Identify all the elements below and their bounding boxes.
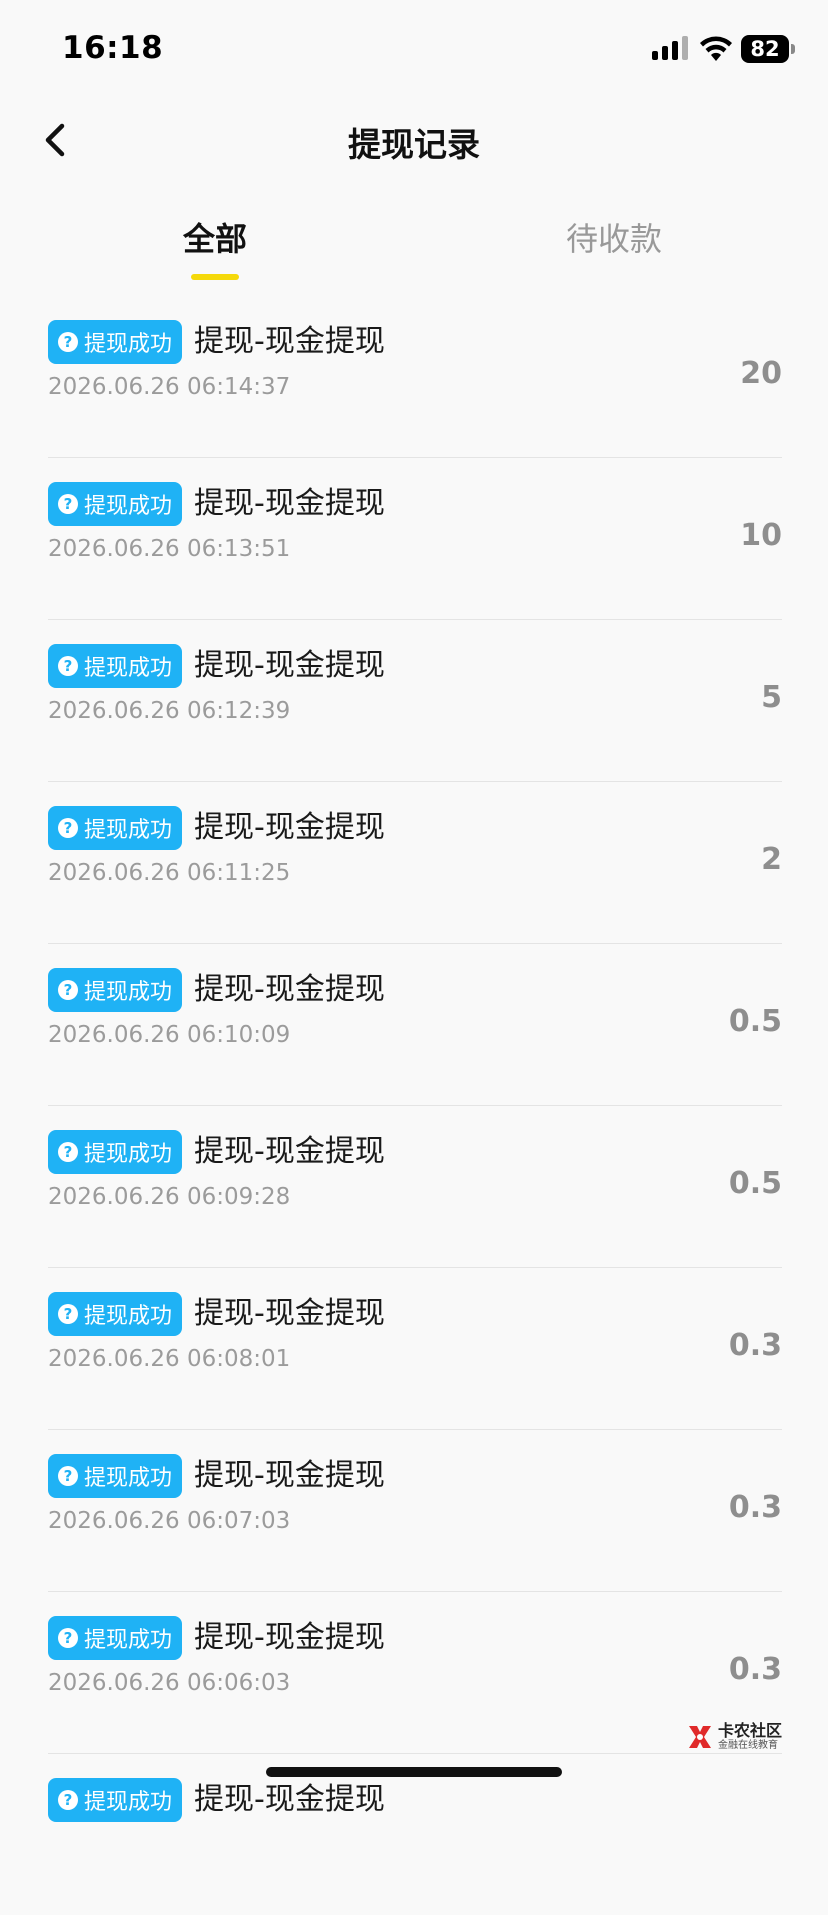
record-amount: 0.3 (728, 1490, 782, 1525)
active-tab-indicator (191, 274, 239, 280)
nav-bar: 提现记录 (0, 100, 828, 180)
list-item[interactable]: ? 提现成功 提现-现金提现 2026.06.26 06:09:28 0.5 (48, 1106, 782, 1268)
badge-label: 提现成功 (84, 1304, 173, 1329)
record-amount: 10 (740, 518, 782, 553)
badge-label: 提现成功 (84, 1790, 173, 1815)
record-amount: 2 (761, 842, 782, 877)
tab-pending[interactable]: 待收款 (514, 214, 714, 260)
question-circle-icon: ? (58, 1142, 78, 1162)
record-time: 2026.06.26 06:09:28 (48, 1184, 291, 1210)
tab-bar: 全部 待收款 (0, 210, 828, 280)
record-time: 2026.06.26 06:14:37 (48, 374, 291, 400)
status-badge[interactable]: ? 提现成功 (48, 806, 183, 850)
record-time: 2026.06.26 06:13:51 (48, 536, 291, 562)
list-item[interactable]: ? 提现成功 提现-现金提现 2026.06.26 06:10:09 0.5 (48, 944, 782, 1106)
record-amount: 5 (761, 680, 782, 715)
question-circle-icon: ? (58, 1628, 78, 1648)
record-amount: 0.3 (728, 1328, 782, 1363)
record-title: 提现-现金提现 (194, 1134, 385, 1169)
status-badge[interactable]: ? 提现成功 (48, 1778, 183, 1822)
home-indicator[interactable] (266, 1767, 562, 1777)
status-badge[interactable]: ? 提现成功 (48, 1292, 183, 1336)
badge-label: 提现成功 (84, 494, 173, 519)
list-item[interactable]: ? 提现成功 提现-现金提现 2026.06.26 06:11:25 2 (48, 782, 782, 944)
list-item[interactable]: ? 提现成功 提现-现金提现 2026.06.26 06:07:03 0.3 (48, 1430, 782, 1592)
page-title: 提现记录 (348, 125, 480, 164)
question-circle-icon: ? (58, 494, 78, 514)
question-circle-icon: ? (58, 332, 78, 352)
question-circle-icon: ? (58, 656, 78, 676)
cellular-signal-icon (652, 36, 688, 60)
record-time: 2026.06.26 06:12:39 (48, 698, 291, 724)
status-badge[interactable]: ? 提现成功 (48, 968, 183, 1012)
record-title: 提现-现金提现 (194, 810, 385, 845)
record-title: 提现-现金提现 (194, 324, 385, 359)
badge-label: 提现成功 (84, 1142, 173, 1167)
tab-all[interactable]: 全部 (115, 214, 315, 260)
question-circle-icon: ? (58, 1790, 78, 1810)
battery-tip (791, 44, 795, 54)
record-title: 提现-现金提现 (194, 1458, 385, 1493)
record-time: 2026.06.26 06:06:03 (48, 1670, 291, 1696)
status-badge[interactable]: ? 提现成功 (48, 1130, 183, 1174)
question-circle-icon: ? (58, 1304, 78, 1324)
list-item[interactable]: ? 提现成功 提现-现金提现 2026.06.26 06:14:37 20 (48, 296, 782, 458)
question-circle-icon: ? (58, 818, 78, 838)
list-item[interactable]: ? 提现成功 提现-现金提现 2026.06.26 06:12:39 5 (48, 620, 782, 782)
watermark-subtitle: 金融在线教育 (718, 1740, 778, 1751)
watermark: 卡农社区 金融在线教育 (686, 1722, 782, 1752)
status-time: 16:18 (62, 30, 164, 66)
record-amount: 0.5 (728, 1004, 782, 1039)
record-title: 提现-现金提现 (194, 486, 385, 521)
record-list: ? 提现成功 提现-现金提现 2026.06.26 06:14:37 20 ? 提现… (48, 296, 782, 1915)
question-circle-icon: ? (58, 1466, 78, 1486)
watermark-name: 卡农社区 (718, 1721, 783, 1740)
status-badge[interactable]: ? 提现成功 (48, 320, 183, 364)
status-badge[interactable]: ? 提现成功 (48, 1454, 183, 1498)
status-bar: 16:18 82 (0, 0, 828, 100)
list-item[interactable]: ? 提现成功 提现-现金提现 2026.06.26 06:08:01 0.3 (48, 1268, 782, 1430)
record-amount: 0.3 (728, 1652, 782, 1687)
record-amount: 20 (740, 356, 782, 391)
record-amount: 0.5 (728, 1166, 782, 1201)
kanong-logo-icon (689, 1726, 711, 1748)
record-title: 提现-现金提现 (194, 972, 385, 1007)
badge-label: 提现成功 (84, 656, 173, 681)
wifi-icon (700, 36, 732, 61)
status-badge[interactable]: ? 提现成功 (48, 1616, 183, 1660)
question-circle-icon: ? (58, 980, 78, 1000)
badge-label: 提现成功 (84, 1466, 173, 1491)
record-time: 2026.06.26 06:07:03 (48, 1508, 291, 1534)
status-badge[interactable]: ? 提现成功 (48, 644, 183, 688)
record-time: 2026.06.26 06:10:09 (48, 1022, 291, 1048)
record-title: 提现-现金提现 (194, 1620, 385, 1655)
record-title: 提现-现金提现 (194, 1782, 385, 1817)
list-item[interactable]: ? 提现成功 提现-现金提现 2026.06.26 06:06:03 0.3 (48, 1592, 782, 1754)
status-badge[interactable]: ? 提现成功 (48, 482, 183, 526)
record-time: 2026.06.26 06:08:01 (48, 1346, 291, 1372)
badge-label: 提现成功 (84, 1628, 173, 1653)
badge-label: 提现成功 (84, 818, 173, 843)
record-title: 提现-现金提现 (194, 1296, 385, 1331)
record-time: 2026.06.26 06:11:25 (48, 860, 291, 886)
record-title: 提现-现金提现 (194, 648, 385, 683)
list-item[interactable]: ? 提现成功 提现-现金提现 (48, 1754, 782, 1915)
list-item[interactable]: ? 提现成功 提现-现金提现 2026.06.26 06:13:51 10 (48, 458, 782, 620)
badge-label: 提现成功 (84, 332, 173, 357)
battery-indicator: 82 (741, 35, 789, 63)
badge-label: 提现成功 (84, 980, 173, 1005)
